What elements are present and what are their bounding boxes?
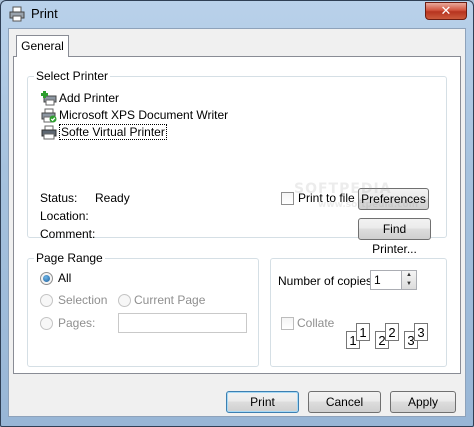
- number-of-copies-value: 1: [374, 273, 381, 287]
- watermark-text: SOFTPEDIA: [294, 181, 392, 197]
- status-label: Status:: [40, 191, 78, 205]
- find-printer-label: Find Printer...: [372, 222, 417, 256]
- print-button-label: Print: [250, 395, 275, 409]
- add-printer-icon: [41, 91, 57, 106]
- printer-name: Microsoft XPS Document Writer: [59, 108, 229, 122]
- print-to-file-checkbox[interactable]: [281, 192, 294, 205]
- page-range-group: Page Range All Selection Current Page Pa…: [27, 251, 259, 367]
- select-printer-heading: Select Printer: [34, 69, 111, 83]
- print-dialog-window: Print ✕ General Select Printer Add Print…: [0, 0, 474, 427]
- comment-label: Comment:: [40, 227, 96, 241]
- window-title: Print: [31, 6, 58, 21]
- tab-general[interactable]: General: [16, 35, 69, 57]
- close-button[interactable]: ✕: [425, 2, 467, 20]
- current-page-radio[interactable]: [118, 294, 131, 307]
- printer-name: Softe Virtual Printer: [59, 124, 167, 140]
- collate-preview-icon: 1 1 2 2 3 3: [346, 321, 441, 351]
- list-item[interactable]: Add Printer: [40, 90, 290, 107]
- printer-list[interactable]: Add Printer Microsoft XPS Document Write…: [40, 90, 290, 141]
- number-of-copies-label: Number of copies:: [278, 274, 376, 288]
- watermark-url-text: www.softpedia.com: [318, 200, 419, 210]
- pages-label: Pages:: [58, 316, 96, 330]
- printer-default-icon: [41, 108, 57, 123]
- all-label: All: [58, 271, 72, 285]
- collate-checkbox[interactable]: [281, 317, 294, 330]
- general-tab-panel: Select Printer Add Printer Microsoft XPS…: [13, 56, 461, 374]
- print-button[interactable]: Print: [226, 391, 299, 413]
- collate-label: Collate: [297, 316, 335, 330]
- printer-name: Add Printer: [59, 91, 120, 105]
- list-item[interactable]: Microsoft XPS Document Writer: [40, 107, 290, 124]
- list-item[interactable]: Softe Virtual Printer: [40, 124, 290, 141]
- location-label: Location:: [40, 209, 89, 223]
- comment-row: Comment:: [40, 227, 95, 241]
- apply-button-label: Apply: [407, 395, 439, 409]
- select-printer-group: Select Printer Add Printer Microsoft XPS…: [27, 69, 447, 256]
- number-of-copies-input[interactable]: 1: [370, 270, 402, 290]
- pages-input[interactable]: [118, 313, 247, 333]
- status-value: Ready: [95, 191, 130, 205]
- spin-up-icon[interactable]: ▲: [402, 271, 416, 280]
- pages-radio[interactable]: [40, 317, 53, 330]
- close-icon: ✕: [440, 3, 452, 18]
- page-range-heading: Page Range: [34, 251, 105, 265]
- all-radio[interactable]: [40, 272, 53, 285]
- cancel-button[interactable]: Cancel: [308, 391, 381, 413]
- selection-radio[interactable]: [40, 294, 53, 307]
- copies-spinner[interactable]: ▲ ▼: [401, 270, 417, 290]
- spin-down-icon[interactable]: ▼: [402, 280, 416, 289]
- collate-page: 2: [385, 323, 399, 341]
- watermark-url: www.softpedia.com: [318, 200, 418, 210]
- status-row: Status: Ready: [40, 191, 130, 205]
- printer-icon: [9, 6, 25, 22]
- dialog-client-area: General Select Printer Add Printer Micro…: [8, 28, 466, 417]
- printer-icon: [41, 125, 57, 140]
- find-printer-button[interactable]: Find Printer...: [358, 218, 431, 256]
- copies-group: Number of copies: 1 ▲ ▼ Collate 1 1 2 2 …: [270, 258, 447, 367]
- tab-general-label: General: [21, 39, 64, 53]
- current-page-label: Current Page: [134, 293, 206, 307]
- collate-page: 1: [356, 323, 370, 341]
- watermark-logo: SOFTPEDIA: [294, 181, 392, 197]
- apply-button[interactable]: Apply: [390, 391, 456, 413]
- location-row: Location:: [40, 209, 89, 223]
- cancel-button-label: Cancel: [325, 395, 364, 409]
- collate-page: 3: [414, 323, 428, 341]
- title-bar[interactable]: Print ✕: [1, 1, 473, 27]
- selection-label: Selection: [58, 293, 108, 307]
